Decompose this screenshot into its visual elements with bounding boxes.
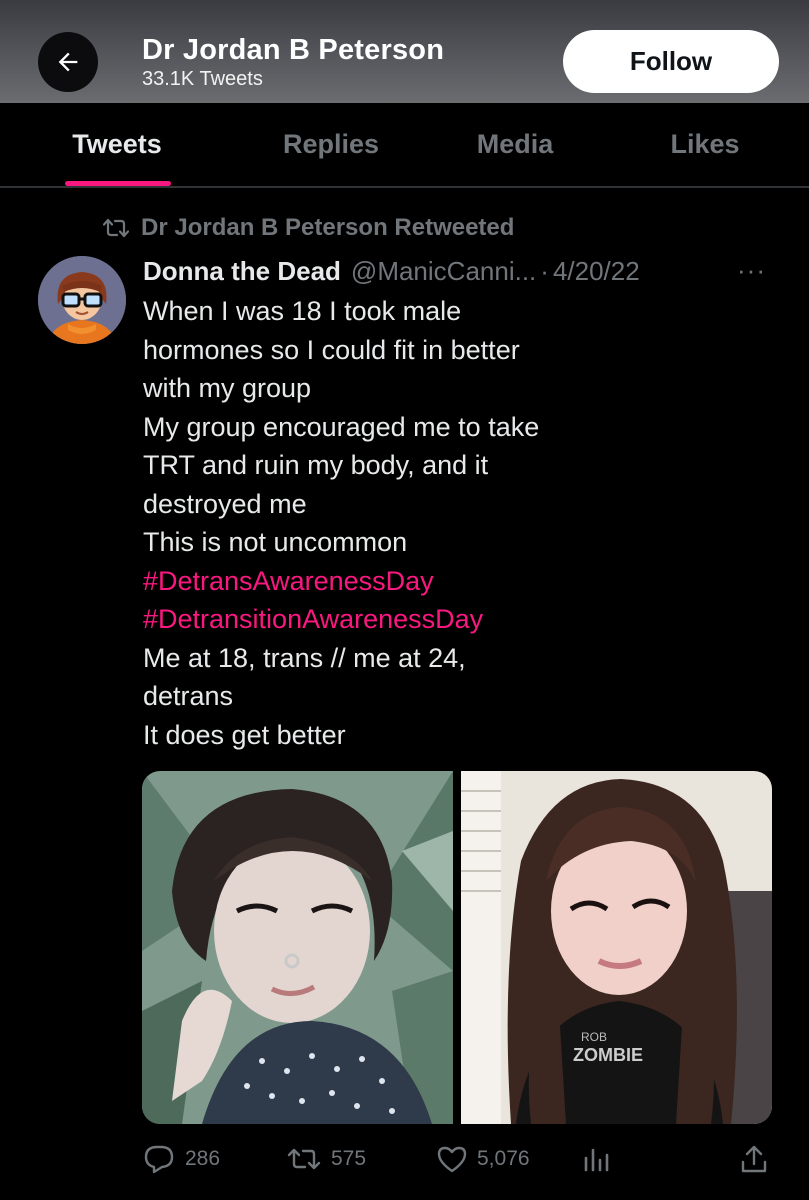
like-count: 5,076 bbox=[477, 1147, 530, 1170]
share-icon bbox=[741, 1145, 767, 1173]
follow-button[interactable]: Follow bbox=[563, 30, 779, 93]
tweet-line: with my group bbox=[143, 373, 312, 403]
tab-likes[interactable]: Likes bbox=[620, 103, 790, 186]
tweet-line: detrans bbox=[143, 681, 234, 711]
photo-right-image: ROB ZOMBIE bbox=[461, 771, 772, 1124]
share-button[interactable] bbox=[740, 1135, 768, 1183]
like-button[interactable]: 5,076 bbox=[437, 1135, 530, 1183]
tab-tweets[interactable]: Tweets bbox=[32, 103, 202, 186]
profile-header: Dr Jordan B Peterson 33.1K Tweets Follow bbox=[0, 0, 809, 103]
tweet-line: When I was 18 I took male bbox=[143, 296, 462, 326]
tweet-line: destroyed me bbox=[143, 488, 307, 519]
retweet-count: 575 bbox=[331, 1147, 367, 1170]
views-button[interactable] bbox=[583, 1135, 609, 1183]
views-icon bbox=[584, 1148, 609, 1172]
retweet-context: Dr Jordan B Peterson Retweeted bbox=[103, 212, 514, 244]
avatar[interactable] bbox=[38, 256, 126, 344]
tweet-line: Me at 18, trans // me at 24, bbox=[143, 642, 466, 673]
back-arrow-icon bbox=[58, 52, 78, 72]
tweet-line: TRT and ruin my body, and it bbox=[143, 450, 489, 480]
retweeted-by-label: Dr Jordan B Peterson Retweeted bbox=[141, 214, 515, 241]
back-button[interactable] bbox=[38, 32, 98, 92]
tab-replies[interactable]: Replies bbox=[246, 103, 416, 186]
hashtag-link[interactable]: #DetransAwarenessDay bbox=[143, 562, 763, 601]
tweet-date[interactable]: 4/20/22 bbox=[553, 256, 640, 287]
photo-left-image bbox=[142, 771, 453, 1124]
tweet-header: Donna the Dead @ManicCanni... · 4/20/22 bbox=[143, 253, 773, 289]
separator-dot: · bbox=[540, 255, 549, 286]
tweet-count: 33.1K Tweets bbox=[142, 68, 263, 90]
retweet-button[interactable]: 575 bbox=[287, 1135, 366, 1183]
author-name[interactable]: Donna the Dead bbox=[143, 256, 341, 287]
author-handle[interactable]: @ManicCanni... bbox=[351, 256, 536, 287]
more-icon[interactable]: ··· bbox=[737, 255, 766, 286]
active-tab-indicator bbox=[65, 181, 171, 186]
profile-name: Dr Jordan B Peterson bbox=[142, 34, 445, 66]
tweet-line: It does get better bbox=[143, 719, 346, 750]
reply-count: 286 bbox=[185, 1147, 221, 1170]
tab-media[interactable]: Media bbox=[430, 103, 600, 186]
like-icon bbox=[437, 1146, 467, 1173]
tweet-line: hormones so I could fit in better bbox=[143, 334, 520, 365]
tweet-media: ROB ZOMBIE bbox=[142, 771, 772, 1124]
hashtag-link[interactable]: #DetransitionAwarenessDay bbox=[143, 600, 763, 639]
retweet-icon bbox=[287, 1148, 321, 1170]
media-photo-right[interactable]: ROB ZOMBIE bbox=[461, 771, 772, 1124]
avatar-image bbox=[38, 256, 126, 344]
reply-button[interactable]: 286 bbox=[143, 1135, 220, 1183]
shirt-print: ROB bbox=[581, 1030, 607, 1044]
profile-tabs: Tweets Replies Media Likes bbox=[0, 103, 809, 188]
shirt-print: ZOMBIE bbox=[573, 1045, 643, 1065]
tweet-actions: 286 575 5,076 bbox=[0, 1135, 809, 1183]
tweet-text: When I was 18 I took male hormones so I … bbox=[143, 292, 763, 754]
reply-icon bbox=[144, 1145, 174, 1174]
retweet-icon bbox=[103, 218, 129, 238]
media-photo-left[interactable] bbox=[142, 771, 453, 1124]
tweet-line: This is not uncommon bbox=[143, 527, 408, 557]
tweet-line: My group encouraged me to take bbox=[143, 411, 540, 442]
